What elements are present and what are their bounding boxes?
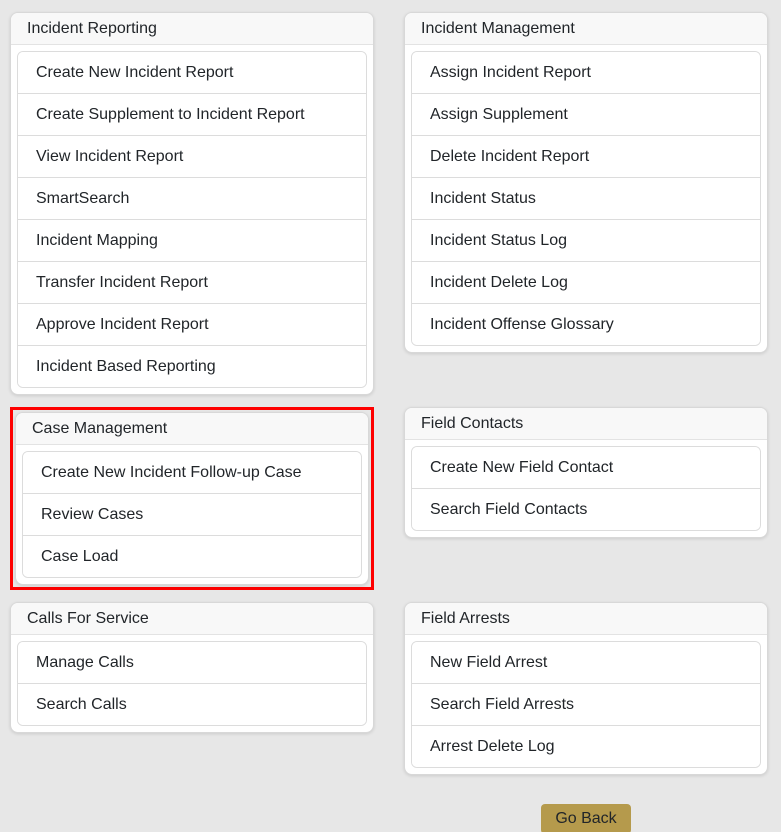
menu-list: Create New Incident Follow-up Case Revie…: [22, 451, 362, 578]
menu-item-create-new-incident-report[interactable]: Create New Incident Report: [18, 52, 366, 93]
panel-title-incident-management: Incident Management: [405, 13, 767, 45]
panel-body: Create New Field Contact Search Field Co…: [405, 440, 767, 537]
menu-item-incident-status-log[interactable]: Incident Status Log: [412, 219, 760, 261]
panel-body: Assign Incident Report Assign Supplement…: [405, 45, 767, 352]
panel-field-arrests: Field Arrests New Field Arrest Search Fi…: [404, 602, 768, 775]
menu-item-arrest-delete-log[interactable]: Arrest Delete Log: [412, 725, 760, 767]
panel-title-incident-reporting: Incident Reporting: [11, 13, 373, 45]
panel-body: Create New Incident Report Create Supple…: [11, 45, 373, 394]
menu-item-search-field-arrests[interactable]: Search Field Arrests: [412, 683, 760, 725]
menu-item-assign-incident-report[interactable]: Assign Incident Report: [412, 52, 760, 93]
menu-item-create-supplement-to-incident-report[interactable]: Create Supplement to Incident Report: [18, 93, 366, 135]
menu-item-manage-calls[interactable]: Manage Calls: [18, 642, 366, 683]
menu-grid: Incident Reporting Create New Incident R…: [10, 12, 768, 832]
menu-item-case-load[interactable]: Case Load: [23, 535, 361, 577]
menu-list: Create New Incident Report Create Supple…: [17, 51, 367, 388]
menu-item-search-field-contacts[interactable]: Search Field Contacts: [412, 488, 760, 530]
menu-list: Create New Field Contact Search Field Co…: [411, 446, 761, 531]
menu-item-assign-supplement[interactable]: Assign Supplement: [412, 93, 760, 135]
go-back-button[interactable]: Go Back: [541, 804, 630, 832]
panel-incident-management: Incident Management Assign Incident Repo…: [404, 12, 768, 353]
menu-item-incident-status[interactable]: Incident Status: [412, 177, 760, 219]
menu-item-create-new-field-contact[interactable]: Create New Field Contact: [412, 447, 760, 488]
page: Incident Reporting Create New Incident R…: [0, 0, 781, 832]
panel-body: Create New Incident Follow-up Case Revie…: [16, 445, 368, 584]
menu-item-view-incident-report[interactable]: View Incident Report: [18, 135, 366, 177]
panel-title-case-management: Case Management: [16, 413, 368, 445]
menu-item-approve-incident-report[interactable]: Approve Incident Report: [18, 303, 366, 345]
menu-item-transfer-incident-report[interactable]: Transfer Incident Report: [18, 261, 366, 303]
menu-list: Assign Incident Report Assign Supplement…: [411, 51, 761, 346]
menu-item-review-cases[interactable]: Review Cases: [23, 493, 361, 535]
menu-item-incident-delete-log[interactable]: Incident Delete Log: [412, 261, 760, 303]
panel-incident-reporting: Incident Reporting Create New Incident R…: [10, 12, 374, 395]
menu-item-new-field-arrest[interactable]: New Field Arrest: [412, 642, 760, 683]
menu-item-incident-offense-glossary[interactable]: Incident Offense Glossary: [412, 303, 760, 345]
panel-case-management: Case Management Create New Incident Foll…: [15, 412, 369, 585]
panel-title-calls-for-service: Calls For Service: [11, 603, 373, 635]
panel-body: Manage Calls Search Calls: [11, 635, 373, 732]
case-management-highlight-box: Case Management Create New Incident Foll…: [10, 407, 374, 590]
panel-title-field-arrests: Field Arrests: [405, 603, 767, 635]
panel-calls-for-service: Calls For Service Manage Calls Search Ca…: [10, 602, 374, 733]
menu-list: Manage Calls Search Calls: [17, 641, 367, 726]
menu-item-search-calls[interactable]: Search Calls: [18, 683, 366, 725]
menu-item-incident-based-reporting[interactable]: Incident Based Reporting: [18, 345, 366, 387]
field-arrests-cell: Field Arrests New Field Arrest Search Fi…: [404, 602, 768, 832]
panel-field-contacts: Field Contacts Create New Field Contact …: [404, 407, 768, 538]
panel-body: New Field Arrest Search Field Arrests Ar…: [405, 635, 767, 774]
menu-item-incident-mapping[interactable]: Incident Mapping: [18, 219, 366, 261]
menu-list: New Field Arrest Search Field Arrests Ar…: [411, 641, 761, 768]
menu-item-delete-incident-report[interactable]: Delete Incident Report: [412, 135, 760, 177]
menu-item-create-new-incident-follow-up-case[interactable]: Create New Incident Follow-up Case: [23, 452, 361, 493]
menu-item-smartsearch[interactable]: SmartSearch: [18, 177, 366, 219]
panel-title-field-contacts: Field Contacts: [405, 408, 767, 440]
